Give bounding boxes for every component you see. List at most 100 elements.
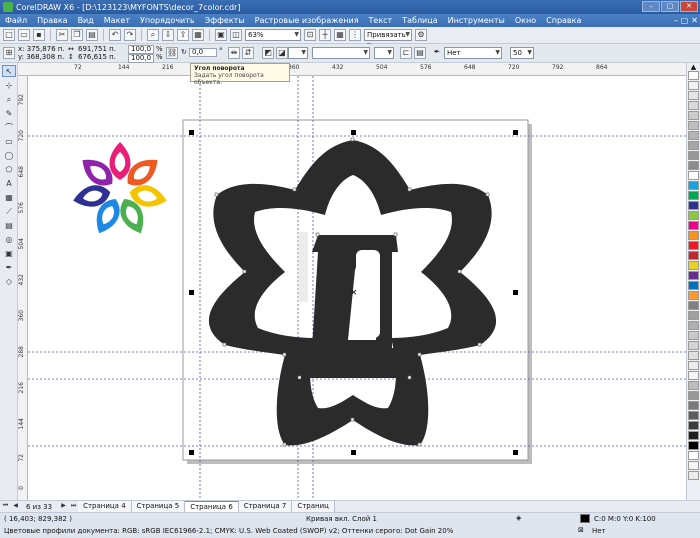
color-swatch[interactable] bbox=[688, 391, 699, 400]
tab-page-8[interactable]: Страниц bbox=[292, 501, 335, 512]
color-swatch[interactable] bbox=[688, 371, 699, 380]
drawing-canvas[interactable]: × bbox=[28, 76, 686, 500]
search-content-icon[interactable]: ⌕ bbox=[147, 29, 159, 41]
export-icon[interactable]: ⇧ bbox=[177, 29, 189, 41]
color-swatch[interactable] bbox=[688, 441, 699, 450]
handle-left[interactable] bbox=[189, 290, 194, 295]
line-style-select[interactable]: ▼ bbox=[312, 47, 370, 59]
show-grid-icon[interactable]: ▦ bbox=[334, 29, 346, 41]
menu-arrange[interactable]: Упорядочить bbox=[135, 16, 200, 25]
color-swatch[interactable] bbox=[688, 221, 699, 230]
color-swatch[interactable] bbox=[688, 321, 699, 330]
freehand-tool-icon[interactable]: ✎ bbox=[2, 107, 16, 119]
close-button[interactable]: ✕ bbox=[680, 1, 698, 12]
outline-width-select[interactable]: Нет ▼ bbox=[444, 47, 502, 59]
color-swatch[interactable] bbox=[688, 401, 699, 410]
options-icon[interactable]: ⚙ bbox=[415, 29, 427, 41]
tab-page-4[interactable]: Страница 4 bbox=[78, 501, 132, 512]
publish-pdf-icon[interactable]: ▦ bbox=[192, 29, 204, 41]
redo-icon[interactable]: ↷ bbox=[124, 29, 136, 41]
menu-effects[interactable]: Эффекты bbox=[200, 16, 250, 25]
color-swatch[interactable] bbox=[688, 111, 699, 120]
handle-right[interactable] bbox=[513, 290, 518, 295]
lock-ratio-icon[interactable]: ⛓ bbox=[166, 47, 178, 59]
mirror-vertical-icon[interactable]: ⇵ bbox=[242, 47, 254, 59]
y-position-field[interactable]: y: 368,308 п. bbox=[18, 53, 64, 61]
color-swatch[interactable] bbox=[688, 451, 699, 460]
tab-page-6[interactable]: Страница 6 bbox=[185, 501, 239, 512]
color-swatch[interactable] bbox=[688, 231, 699, 240]
wrap-text-icon[interactable]: ▤ bbox=[414, 47, 426, 59]
transparency-tool-icon[interactable]: ▣ bbox=[2, 247, 16, 259]
cut-icon[interactable]: ✂ bbox=[56, 29, 68, 41]
color-profiles-info[interactable]: Цветовые профили документа: RGB: sRGB IE… bbox=[4, 527, 453, 535]
polygon-tool-icon[interactable]: ⬠ bbox=[2, 163, 16, 175]
color-swatch[interactable] bbox=[688, 101, 699, 110]
start-arrowhead-select[interactable]: ▼ bbox=[288, 47, 308, 59]
color-swatch[interactable] bbox=[688, 301, 699, 310]
application-launcher-icon[interactable]: ▣ bbox=[215, 29, 227, 41]
show-guidelines-icon[interactable]: ⋮ bbox=[349, 29, 361, 41]
rotation-center-icon[interactable]: × bbox=[350, 288, 358, 298]
color-swatch[interactable] bbox=[688, 81, 699, 90]
handle-bottom[interactable] bbox=[351, 450, 356, 455]
fill-tool-icon[interactable]: ◇ bbox=[2, 275, 16, 287]
shape-tool-icon[interactable]: ⊹ bbox=[2, 79, 16, 91]
color-swatch[interactable] bbox=[688, 261, 699, 270]
show-rulers-icon[interactable]: ┼ bbox=[319, 29, 331, 41]
open-folder-icon[interactable]: ▭ bbox=[18, 29, 30, 41]
doc-restore-button[interactable]: ▢ bbox=[681, 16, 689, 25]
flower-logo[interactable] bbox=[71, 142, 169, 238]
zoom-tool-icon[interactable]: ⌕ bbox=[2, 93, 16, 105]
curve-smoothness-field[interactable]: 50 ▼ bbox=[510, 47, 534, 59]
full-screen-preview-icon[interactable]: ⊡ bbox=[304, 29, 316, 41]
menu-layout[interactable]: Макет bbox=[99, 16, 135, 25]
color-swatch[interactable] bbox=[688, 411, 699, 420]
doc-minimize-button[interactable]: – bbox=[674, 16, 678, 25]
vertical-ruler[interactable]: 792 720 648 576 504 432 360 288 216 144 … bbox=[18, 76, 28, 500]
color-swatch[interactable] bbox=[688, 281, 699, 290]
menu-tools[interactable]: Инструменты bbox=[443, 16, 510, 25]
color-swatch[interactable] bbox=[688, 251, 699, 260]
color-swatch[interactable] bbox=[688, 71, 699, 80]
color-swatch[interactable] bbox=[688, 461, 699, 470]
import-icon[interactable]: ⇩ bbox=[162, 29, 174, 41]
menu-bitmaps[interactable]: Растровые изображения bbox=[250, 16, 364, 25]
handle-bottom-right[interactable] bbox=[513, 450, 518, 455]
blend-tool-icon[interactable]: ◎ bbox=[2, 233, 16, 245]
horizontal-ruler[interactable]: 72 144 216 288 360 432 504 576 648 720 7… bbox=[18, 63, 686, 76]
color-swatch[interactable] bbox=[688, 121, 699, 130]
handle-bottom-left[interactable] bbox=[189, 450, 194, 455]
color-swatch[interactable] bbox=[688, 161, 699, 170]
previous-page-icon[interactable]: ◀ bbox=[11, 502, 20, 511]
menu-table[interactable]: Таблица bbox=[397, 16, 442, 25]
color-swatch[interactable] bbox=[688, 471, 699, 480]
menu-view[interactable]: Вид bbox=[73, 16, 99, 25]
height-field[interactable]: 676,615 п. bbox=[78, 53, 116, 61]
rectangle-tool-icon[interactable]: ▭ bbox=[2, 135, 16, 147]
color-swatch[interactable] bbox=[688, 191, 699, 200]
handle-top[interactable] bbox=[351, 130, 356, 135]
text-tool-icon[interactable]: A bbox=[2, 177, 16, 189]
menu-edit[interactable]: Правка bbox=[32, 16, 72, 25]
copy-icon[interactable]: ❐ bbox=[71, 29, 83, 41]
color-swatch[interactable] bbox=[688, 171, 699, 180]
tab-page-5[interactable]: Страница 5 bbox=[131, 501, 186, 512]
dimension-tool-icon[interactable]: ⟋ bbox=[2, 205, 16, 217]
scale-y-field[interactable]: 100,0 bbox=[128, 54, 154, 63]
color-swatch[interactable] bbox=[688, 291, 699, 300]
color-swatch[interactable] bbox=[688, 361, 699, 370]
handle-top-left[interactable] bbox=[189, 130, 194, 135]
break-apart-icon[interactable]: ◪ bbox=[276, 47, 288, 59]
menu-window[interactable]: Окно bbox=[510, 16, 541, 25]
zoom-level-select[interactable]: 63% ▼ bbox=[245, 29, 301, 41]
new-document-icon[interactable]: □ bbox=[3, 29, 15, 41]
menu-help[interactable]: Справка bbox=[541, 16, 586, 25]
handle-top-right[interactable] bbox=[513, 130, 518, 135]
snap-to-dropdown[interactable]: Привязать к ▼ bbox=[364, 29, 412, 49]
connector-tool-icon[interactable]: ▤ bbox=[2, 219, 16, 231]
color-swatch[interactable] bbox=[688, 211, 699, 220]
color-swatch[interactable] bbox=[688, 421, 699, 430]
color-swatch[interactable] bbox=[688, 311, 699, 320]
palette-scroll-up-icon[interactable]: ▲ bbox=[687, 63, 700, 71]
